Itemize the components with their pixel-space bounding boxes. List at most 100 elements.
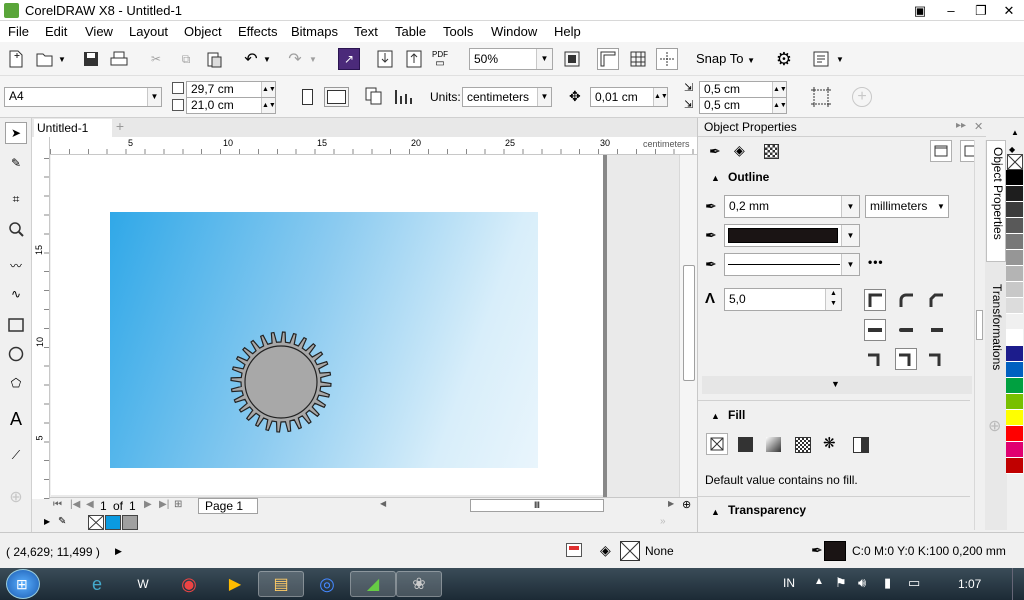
palette-swatch[interactable] xyxy=(1006,410,1023,426)
first-page-button[interactable]: |◀ xyxy=(70,499,80,510)
palette-menu-icon[interactable]: ◆ xyxy=(1009,145,1015,154)
coreldraw-taskbar-icon[interactable]: ◢ xyxy=(350,571,396,597)
miter-limit-spinner[interactable]: ▲ ▼ xyxy=(825,289,841,310)
minimize-button[interactable]: – xyxy=(936,0,966,21)
palette-swatch[interactable] xyxy=(1006,346,1023,362)
shape-tool-icon[interactable]: ✎ xyxy=(5,152,27,174)
launcher-dropdown-icon[interactable]: ▼ xyxy=(836,55,844,64)
duplicate-x-field[interactable]: 0,5 cm ▲▼ xyxy=(699,81,787,98)
save-icon[interactable] xyxy=(80,48,102,70)
file-explorer-icon[interactable]: ▤ xyxy=(258,571,304,597)
media-player-icon[interactable]: ▶ xyxy=(212,571,258,597)
color-proof-icon[interactable] xyxy=(566,543,582,557)
page-size-dropdown-icon[interactable]: ▼ xyxy=(147,88,161,106)
options-gear-icon[interactable]: ⚙ xyxy=(773,48,795,70)
page-height-field[interactable]: 21,0 cm ▲▼ xyxy=(186,97,276,114)
docker-collapse-icon[interactable]: ▸▸ xyxy=(956,120,966,131)
palette-swatch[interactable] xyxy=(1006,458,1023,474)
start-button[interactable]: ⊞ xyxy=(6,569,40,599)
clock-time[interactable]: 1:07 xyxy=(958,577,981,591)
menu-help[interactable]: Help xyxy=(554,24,581,39)
inside-position-icon[interactable] xyxy=(925,348,947,370)
help-account-icon[interactable]: ▣ xyxy=(905,0,935,21)
menu-object[interactable]: Object xyxy=(184,24,222,39)
ellipse-tool-icon[interactable] xyxy=(5,343,27,365)
corel-photopaint-icon[interactable]: ❀ xyxy=(396,571,442,597)
paste-icon[interactable] xyxy=(203,48,225,70)
word-icon[interactable]: W xyxy=(120,571,166,597)
network-icon[interactable]: ▮ xyxy=(884,575,891,591)
no-fill-icon[interactable] xyxy=(706,433,728,455)
page-height-spinner[interactable]: ▲▼ xyxy=(261,98,276,113)
volume-icon[interactable]: 🔊︎ xyxy=(858,575,866,591)
fountain-fill-icon[interactable] xyxy=(766,437,781,452)
all-pages-icon[interactable] xyxy=(364,86,384,106)
gear-shape[interactable] xyxy=(229,330,333,434)
transparency-collapse-icon[interactable]: ▲ xyxy=(711,507,720,517)
open-icon[interactable] xyxy=(34,48,56,70)
center-position-icon[interactable] xyxy=(895,348,917,370)
nudge-distance-spinner[interactable]: ▲▼ xyxy=(653,88,668,106)
menu-effects[interactable]: Effects xyxy=(238,24,278,39)
no-color-swatch[interactable] xyxy=(88,515,104,530)
units-combo[interactable]: centimeters ▼ xyxy=(462,87,552,107)
outline-width-dropdown-icon[interactable]: ▼ xyxy=(841,196,859,217)
show-desktop-button[interactable] xyxy=(1012,568,1024,600)
outline-units-dropdown-icon[interactable]: ▼ xyxy=(934,196,948,217)
palette-swatch[interactable] xyxy=(1006,442,1023,458)
hscroll-right-icon[interactable]: ▶ xyxy=(668,499,674,508)
palette-swatch[interactable] xyxy=(1006,186,1023,202)
status-expand-icon[interactable]: ▶ xyxy=(115,546,122,557)
doc-palette-eyedropper-icon[interactable]: ✎ xyxy=(58,516,66,527)
pick-tool-icon[interactable]: ➤ xyxy=(5,122,27,144)
app-swirl-icon[interactable]: ◎ xyxy=(304,571,350,597)
zoom-tool-icon[interactable] xyxy=(5,218,27,240)
next-page-button[interactable]: ▶ xyxy=(144,499,152,510)
outline-width-combo[interactable]: 0,2 mm ▼ xyxy=(724,195,860,218)
horizontal-ruler[interactable]: 5 10 15 20 25 30 centimeters xyxy=(50,137,697,155)
palette-swatch[interactable] xyxy=(1006,362,1023,378)
redo-icon[interactable]: ↷ xyxy=(284,48,306,70)
nudge-distance-field[interactable]: 0,01 cm ▲▼ xyxy=(590,87,668,107)
tab-untitled-1[interactable]: Untitled-1 xyxy=(34,119,112,137)
outline-color-picker[interactable]: ▼ xyxy=(724,224,860,247)
menu-window[interactable]: Window xyxy=(491,24,537,39)
docker-scrollbar[interactable] xyxy=(974,140,984,530)
outline-tab-icon[interactable]: ✒ xyxy=(709,143,721,160)
palette-scroll-up-icon[interactable]: ▲ xyxy=(1011,128,1019,137)
fill-tab-icon[interactable]: ◈ xyxy=(734,142,745,159)
palette-swatch[interactable] xyxy=(1006,234,1023,250)
menu-view[interactable]: View xyxy=(85,24,113,39)
restore-button[interactable]: ❐ xyxy=(966,0,996,21)
snap-to-button[interactable]: Snap To ▼ xyxy=(696,51,755,66)
duplicate-y-spinner[interactable]: ▲▼ xyxy=(772,98,787,113)
landscape-orientation-icon[interactable] xyxy=(324,87,349,107)
menu-table[interactable]: Table xyxy=(395,24,426,39)
outline-units-combo[interactable]: millimeters ▼ xyxy=(865,195,949,218)
palette-swatch[interactable] xyxy=(1006,170,1023,186)
units-dropdown-icon[interactable]: ▼ xyxy=(537,88,551,106)
round-corner-icon[interactable] xyxy=(895,289,917,311)
vertical-scroll-thumb[interactable] xyxy=(683,265,695,381)
portrait-orientation-icon[interactable] xyxy=(302,89,313,105)
texture-fill-icon[interactable]: ❋ xyxy=(823,434,836,452)
quick-customize-icon[interactable]: + xyxy=(852,87,872,107)
palette-swatch[interactable] xyxy=(1006,250,1023,266)
polygon-tool-icon[interactable]: ⬠ xyxy=(5,372,27,394)
page-size-combo[interactable]: A4 ▼ xyxy=(4,87,162,107)
new-tab-icon[interactable]: + xyxy=(112,118,128,136)
side-tab-transformations[interactable]: Transformations xyxy=(986,268,1006,388)
undo-dropdown-icon[interactable]: ▼ xyxy=(263,55,271,64)
square-cap-icon[interactable] xyxy=(925,319,947,341)
outline-status-swatch[interactable] xyxy=(824,541,846,561)
page-border-icon[interactable] xyxy=(810,86,832,108)
round-cap-icon[interactable] xyxy=(895,319,917,341)
tray-expand-icon[interactable]: ▲ xyxy=(814,576,824,587)
import-icon[interactable] xyxy=(374,48,396,70)
outline-collapse-icon[interactable]: ▲ xyxy=(711,173,720,183)
outside-position-icon[interactable] xyxy=(864,348,886,370)
bevel-corner-icon[interactable] xyxy=(925,289,947,311)
publish-pdf-button[interactable]: PDF ▭ xyxy=(432,50,448,69)
palette-swatch[interactable] xyxy=(1006,298,1023,314)
horizontal-scroll-thumb[interactable]: Ⅲ xyxy=(470,499,604,512)
